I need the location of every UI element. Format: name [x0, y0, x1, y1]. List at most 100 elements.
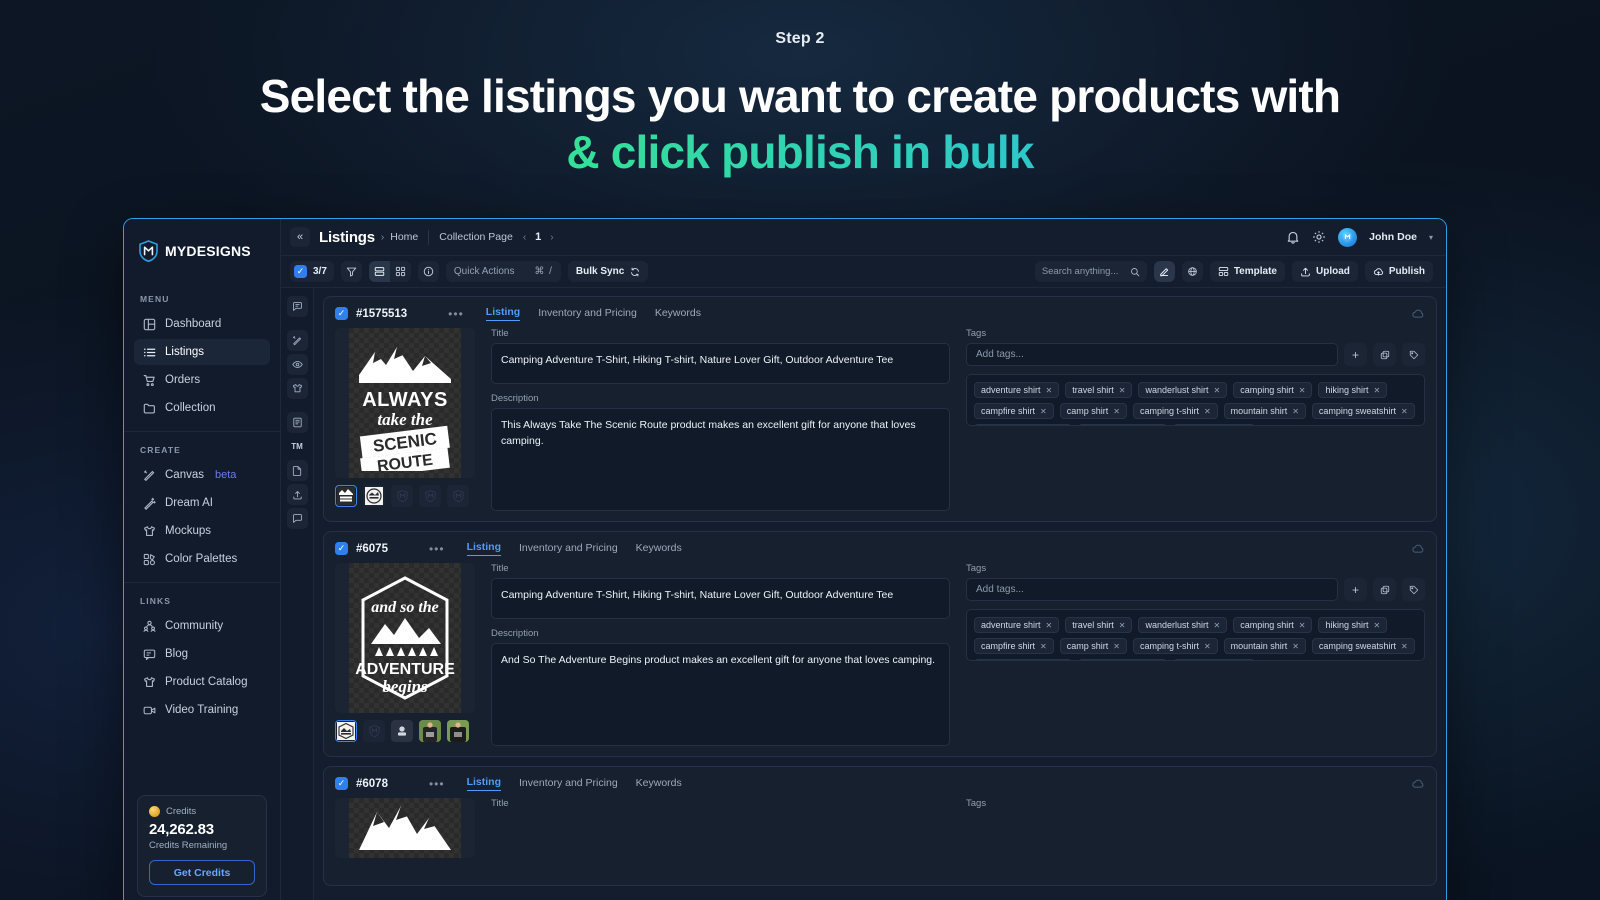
tag-chip[interactable]: mountain shirt ✕ [1223, 638, 1306, 654]
eye-icon[interactable] [286, 354, 308, 375]
tag-chip[interactable]: campfire shirt ✕ [974, 638, 1054, 654]
breadcrumb-collection-page[interactable]: Collection Page [439, 231, 513, 243]
tm-icon[interactable]: TM [287, 436, 308, 457]
notifications-bell-icon[interactable] [1286, 230, 1300, 244]
tag-chip[interactable]: hiking shirt ✕ [1318, 382, 1388, 398]
user-name[interactable]: John Doe [1369, 231, 1417, 243]
tag-chip[interactable]: adventure shirt ✕ [974, 382, 1060, 398]
globe-button[interactable] [1181, 261, 1203, 282]
bulk-sync-button[interactable]: Bulk Sync [567, 261, 649, 282]
copy-tags-button[interactable] [1373, 343, 1396, 366]
thumbnail-item[interactable] [335, 485, 357, 507]
tag-chip[interactable]: travel shirt ✕ [1065, 617, 1133, 633]
chevron-down-icon[interactable]: ▾ [1429, 233, 1433, 242]
tag-chip[interactable]: mountain shirt ✕ [1223, 403, 1306, 419]
breadcrumb-home[interactable]: Home [390, 231, 418, 243]
tag-chip[interactable]: camping shirt ✕ [1233, 382, 1313, 398]
tab-inventory-and-pricing[interactable]: Inventory and Pricing [538, 307, 637, 321]
sidebar-item-dashboard[interactable]: Dashboard [134, 311, 270, 337]
info-button[interactable] [417, 261, 439, 282]
tab-keywords[interactable]: Keywords [636, 777, 682, 791]
comment-icon[interactable] [286, 296, 308, 317]
tab-listing[interactable]: Listing [466, 776, 502, 791]
tag-chip[interactable]: camp life shirt✕ [1173, 659, 1255, 660]
tab-keywords[interactable]: Keywords [636, 542, 682, 556]
listing-card[interactable]: ✓ #6075 ••• Listing Inventory and Pricin… [323, 531, 1437, 757]
tag-chip[interactable]: wanderlust shirt ✕ [1138, 617, 1228, 633]
design-preview[interactable]: and so the ADVENTURE begins [335, 563, 475, 713]
design-preview[interactable] [335, 798, 475, 858]
thumbnail-item[interactable] [335, 720, 357, 742]
cloud-status-icon[interactable] [1411, 542, 1425, 556]
cloud-status-icon[interactable] [1411, 777, 1425, 791]
tag-chip[interactable]: camp life shirt✕ [1173, 424, 1255, 425]
tag-list[interactable]: adventure shirt ✕ travel shirt ✕ wanderlus… [966, 374, 1425, 426]
thumbnail-item[interactable] [447, 485, 469, 507]
file-icon[interactable] [286, 460, 308, 481]
chat-icon[interactable] [286, 508, 308, 529]
view-mode-toggle[interactable] [368, 261, 411, 282]
page-next-button[interactable]: › [550, 232, 553, 243]
sidebar-item-color-palettes[interactable]: Color Palettes [134, 546, 270, 572]
list-view-button[interactable] [368, 261, 390, 282]
shirt-icon[interactable] [286, 378, 308, 399]
brand-logo[interactable]: MYDESIGNS [124, 219, 280, 281]
title-input[interactable]: Camping Adventure T-Shirt, Hiking T-shir… [491, 578, 950, 619]
add-tag-button[interactable]: + [1344, 578, 1367, 601]
thumbnail-item[interactable] [447, 720, 469, 742]
description-input[interactable]: And So The Adventure Begins product make… [491, 643, 950, 746]
grid-view-button[interactable] [390, 261, 411, 282]
tab-inventory-and-pricing[interactable]: Inventory and Pricing [519, 542, 618, 556]
sidebar-item-mockups[interactable]: Mockups [134, 518, 270, 544]
sidebar-item-listings[interactable]: Listings [134, 339, 270, 365]
card-checkbox[interactable]: ✓ [335, 777, 348, 790]
thumbnail-item[interactable] [391, 485, 413, 507]
thumbnail-item[interactable] [363, 720, 385, 742]
tag-chip[interactable]: hiking shirt ✕ [1318, 617, 1388, 633]
quick-actions-button[interactable]: Quick Actions ⌘ / [445, 261, 561, 282]
tag-label-button[interactable] [1402, 343, 1425, 366]
checkbox-icon[interactable]: ✓ [294, 265, 307, 278]
tag-chip[interactable]: wanderlust shirt ✕ [1138, 382, 1228, 398]
tag-chip[interactable]: camping heart tee✕ [974, 424, 1072, 425]
listing-card[interactable]: ✓ #1575513 ••• Listing Inventory and Pri… [323, 296, 1437, 522]
card-checkbox[interactable]: ✓ [335, 542, 348, 555]
get-credits-button[interactable]: Get Credits [149, 860, 255, 885]
card-menu-button[interactable]: ••• [448, 307, 464, 321]
copy-tags-button[interactable] [1373, 578, 1396, 601]
design-preview[interactable]: ALWAYS take the SCENIC ROUTE [335, 328, 475, 478]
filter-button[interactable] [340, 261, 362, 282]
tags-input[interactable]: Add tags... [966, 343, 1338, 366]
tag-chip[interactable]: campfire shirt ✕ [974, 403, 1054, 419]
listings-list[interactable]: ✓ #1575513 ••• Listing Inventory and Pri… [314, 288, 1446, 900]
sidebar-item-canvas[interactable]: Canvas beta [134, 462, 270, 488]
avatar[interactable] [1338, 227, 1358, 247]
select-all-chip[interactable]: ✓ 3/7 [290, 261, 334, 282]
tag-label-button[interactable] [1402, 578, 1425, 601]
book-icon[interactable] [286, 412, 308, 433]
sidebar-item-community[interactable]: Community [134, 613, 270, 639]
upload-icon[interactable] [286, 484, 308, 505]
thumbnail-strip[interactable] [335, 485, 475, 507]
collapse-sidebar-button[interactable]: « [290, 227, 310, 247]
upload-button[interactable]: Upload [1291, 261, 1358, 282]
description-input[interactable]: This Always Take The Scenic Route produc… [491, 408, 950, 511]
listing-card[interactable]: ✓ #6078 ••• Listing Inventory and Pricin… [323, 766, 1437, 886]
sidebar-item-product-catalog[interactable]: Product Catalog [134, 669, 270, 695]
search-input[interactable] [1041, 266, 1124, 277]
tag-chip[interactable]: camping t-shirt ✕ [1132, 403, 1218, 419]
sidebar-item-collection[interactable]: Collection [134, 395, 270, 421]
tag-chip[interactable]: camper shirt gift✕ [1077, 424, 1168, 425]
tab-listing[interactable]: Listing [485, 306, 521, 321]
publish-button[interactable]: Publish [1364, 261, 1433, 282]
edit-pencil-button[interactable] [1153, 261, 1175, 282]
thumbnail-item[interactable] [363, 485, 385, 507]
thumbnail-item[interactable] [391, 720, 413, 742]
tab-inventory-and-pricing[interactable]: Inventory and Pricing [519, 777, 618, 791]
canvas-icon[interactable] [286, 330, 308, 351]
tag-chip[interactable]: camp shirt ✕ [1059, 638, 1127, 654]
title-input[interactable]: Camping Adventure T-Shirt, Hiking T-shir… [491, 343, 950, 384]
tag-list[interactable]: adventure shirt ✕ travel shirt ✕ wanderlus… [966, 609, 1425, 661]
tag-chip[interactable]: camp shirt ✕ [1059, 403, 1127, 419]
search-box[interactable] [1034, 261, 1147, 282]
